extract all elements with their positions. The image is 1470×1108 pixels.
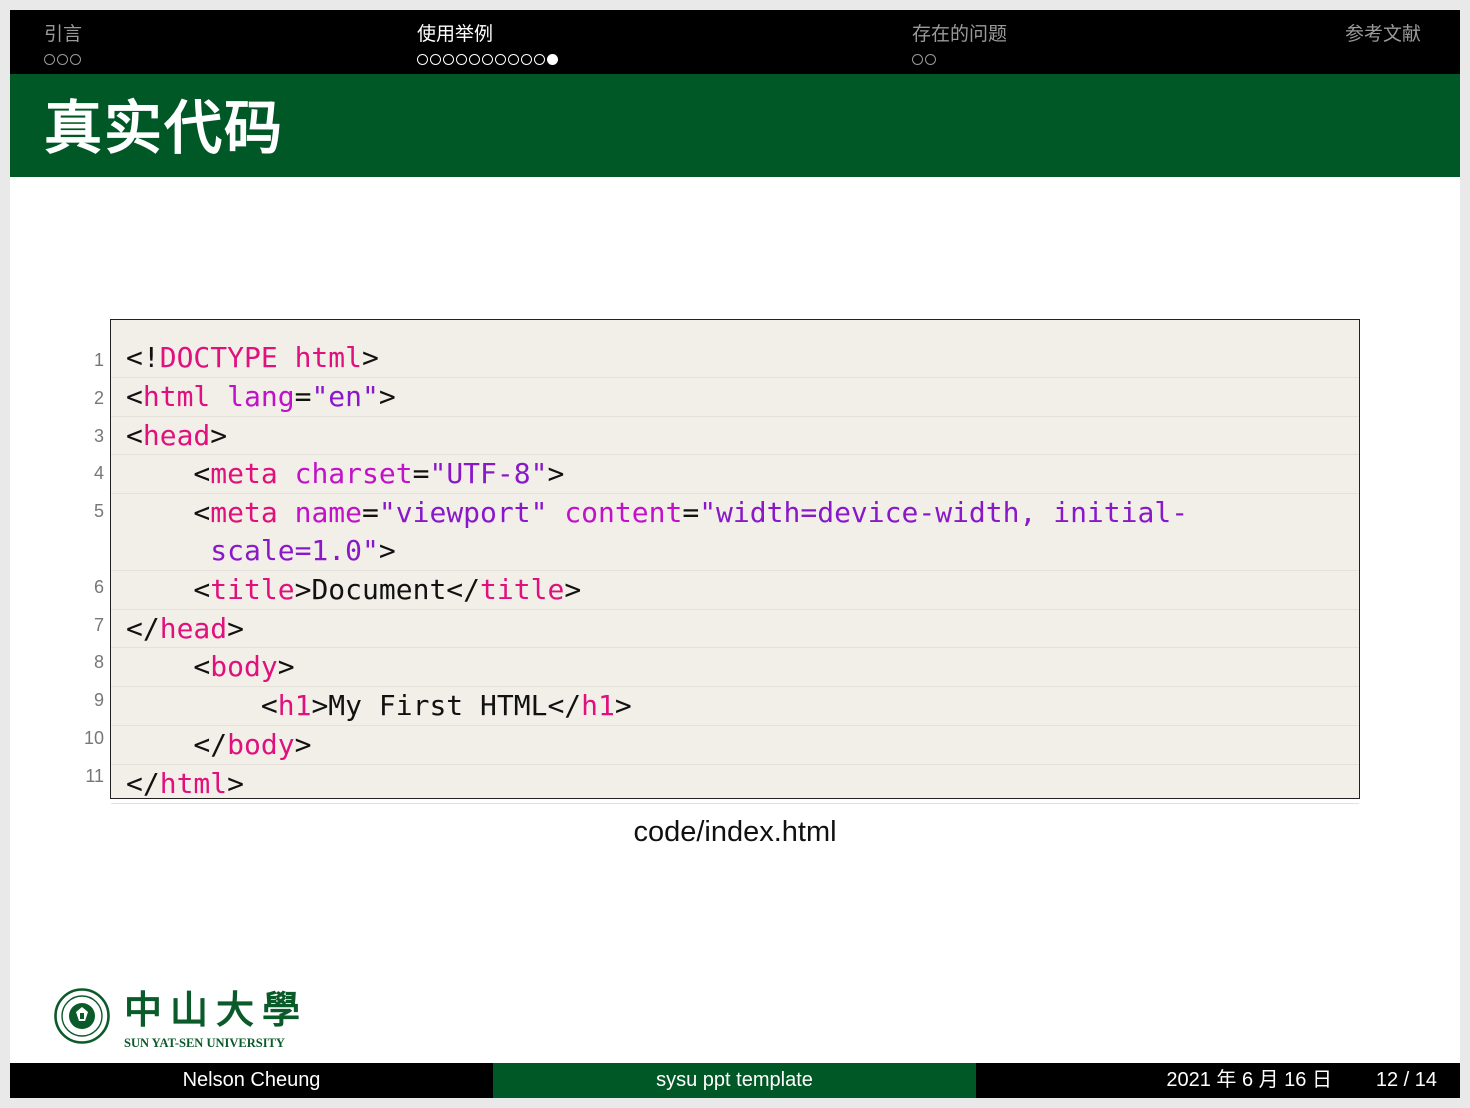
code-text: scale=1.0"> (126, 533, 396, 567)
code-text: <html lang="en"> (126, 379, 396, 413)
nav-section-title: 使用举例 (417, 23, 494, 45)
code-text: <meta charset="UTF-8"> (126, 457, 565, 491)
line-number: 9 (93, 690, 104, 711)
code-caption: code/index.html (633, 816, 837, 848)
nav-section-title: 引言 (44, 23, 83, 45)
slide: 引言 使用举例 存在的问题 参考文献 真实代码 1 2 3 4 5 6 7 8 … (10, 10, 1460, 1098)
code-text: <title>Document</title> (126, 572, 582, 606)
nav-section-references[interactable]: 参考文献 (1345, 22, 1421, 46)
frame-dot[interactable] (57, 53, 68, 65)
line-number: 3 (93, 425, 104, 446)
frame-dot[interactable] (44, 53, 55, 65)
university-name-english: SUN YAT-SEN UNIVERSITY (124, 1036, 285, 1050)
code-text: <head> (126, 418, 228, 452)
code-text: <h1>My First HTML</h1> (126, 689, 632, 723)
code-text: </html> (126, 766, 245, 800)
nav-section-intro[interactable]: 引言 (44, 22, 82, 66)
footer-right: 2021 年 6 月 16 日 12 / 14 (976, 1063, 1460, 1098)
frame-dot[interactable] (443, 53, 454, 65)
frame-dot[interactable] (70, 53, 81, 65)
code-line: <meta charset="UTF-8"> (111, 455, 1359, 495)
university-seal-icon (54, 988, 110, 1044)
current-frame-dot[interactable] (547, 53, 558, 65)
frame-dot[interactable] (495, 53, 506, 65)
nav-section-title: 存在的问题 (912, 23, 1008, 45)
code-line: <meta name="viewport" content="width=dev… (111, 494, 1359, 532)
code-text: <body> (126, 650, 295, 684)
code-line: <body> (111, 648, 1359, 688)
code-line: </head> (111, 610, 1359, 649)
section-navigation: 引言 使用举例 存在的问题 参考文献 (10, 10, 1460, 74)
frame-dot[interactable] (521, 53, 532, 65)
nav-section-title: 参考文献 (1345, 23, 1422, 45)
frame-dot[interactable] (912, 53, 923, 65)
page-number: 12 / 14 (1375, 1069, 1437, 1091)
frame-dot[interactable] (430, 53, 441, 65)
code-line: scale=1.0"> (111, 532, 1359, 571)
frame-dot[interactable] (482, 53, 493, 65)
code-text: <meta name="viewport" content="width=dev… (126, 496, 1189, 530)
code-line: </body> (111, 726, 1359, 765)
line-number: 11 (85, 765, 104, 786)
footer-author: Nelson Cheung (10, 1063, 493, 1098)
frame-dot[interactable] (925, 53, 936, 65)
code-line: <!DOCTYPE html> (111, 339, 1359, 378)
nav-frame-dots (44, 52, 82, 66)
frame-dot[interactable] (417, 53, 428, 65)
university-name-chinese: 中山大學 (124, 987, 309, 1032)
footer-title: sysu ppt template (493, 1063, 976, 1098)
nav-frame-dots (417, 52, 558, 66)
title-bar: 真实代码 (10, 74, 1460, 177)
frame-dot[interactable] (469, 53, 480, 65)
line-number: 4 (93, 463, 104, 484)
nav-frame-dots (912, 52, 1007, 66)
line-number: 10 (83, 728, 104, 748)
code-text: </body> (126, 727, 312, 761)
code-text: <!DOCTYPE html> (126, 341, 379, 374)
code-text: </head> (126, 611, 245, 645)
code-line: <html lang="en"> (111, 378, 1359, 417)
code-line: <title>Document</title> (111, 571, 1359, 610)
code-block: <!DOCTYPE html> <html lang="en"> <head> <m… (110, 319, 1360, 804)
line-number: 7 (93, 614, 104, 635)
code-line: <h1>My First HTML</h1> (111, 687, 1359, 726)
line-number: 8 (93, 652, 104, 673)
nav-section-issues[interactable]: 存在的问题 (912, 22, 1007, 66)
footer: Nelson Cheung sysu ppt template 2021 年 6… (10, 1063, 1460, 1098)
footer-date: 2021 年 6 月 16 日 (1166, 1069, 1332, 1091)
code-lines: <!DOCTYPE html> <html lang="en"> <head> <m… (111, 339, 1359, 804)
line-number: 5 (93, 501, 104, 522)
frame-dot[interactable] (534, 53, 545, 65)
frame-dot[interactable] (508, 53, 519, 65)
line-number: 6 (93, 576, 104, 597)
nav-section-examples[interactable]: 使用举例 (417, 22, 558, 66)
code-line: </html> (111, 765, 1359, 804)
frame-dot[interactable] (456, 53, 467, 65)
line-number: 1 (93, 350, 104, 370)
line-number: 2 (93, 387, 104, 408)
slide-title: 真实代码 (44, 94, 285, 162)
code-line: <head> (111, 417, 1359, 456)
